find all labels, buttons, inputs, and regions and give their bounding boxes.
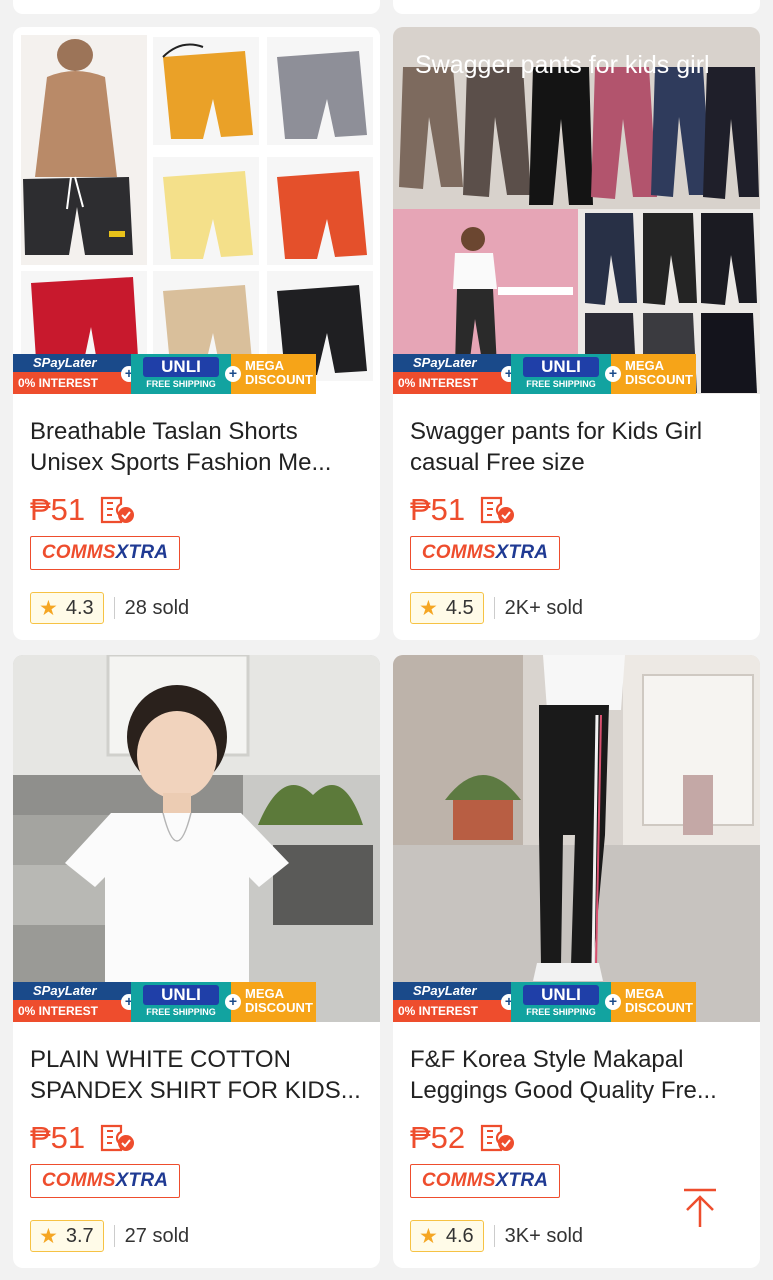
product-price: ₱52 [410, 1120, 466, 1155]
product-card[interactable]: Swagger pants for kids girl SPayLater 0%… [393, 27, 760, 640]
previous-card-bottom [393, 0, 760, 14]
voucher-check-icon [101, 1124, 135, 1152]
product-image[interactable]: SPayLater 0% INTEREST + UNLI FREE SHIPPI… [13, 655, 380, 1022]
rating-badge: ★ 3.7 [30, 1220, 104, 1252]
star-icon: ★ [419, 596, 438, 620]
plus-icon: + [225, 994, 241, 1010]
sold-count: 3K+ sold [504, 1224, 584, 1247]
promo-banner: SPayLater 0% INTEREST + UNLI FREE SHIPPI… [393, 982, 760, 1022]
product-title[interactable]: PLAIN WHITE COTTON SPANDEX SHIRT FOR KID… [30, 1044, 365, 1106]
pants-collage-image: Swagger pants for kids girl [393, 27, 760, 394]
interest-label: 0% INTEREST [13, 1000, 131, 1022]
previous-card-bottom [13, 0, 380, 14]
product-title[interactable]: Breathable Taslan Shorts Unisex Sports F… [30, 416, 365, 478]
free-shipping-label: FREE SHIPPING [146, 1007, 216, 1017]
star-icon: ★ [39, 1224, 58, 1248]
mega-discount-label: MEGA DISCOUNT [611, 354, 696, 394]
rating-badge: ★ 4.3 [30, 592, 104, 624]
mega-discount-label: MEGA DISCOUNT [231, 354, 316, 394]
spaylater-label: SPayLater [13, 354, 131, 372]
sold-count: 27 sold [124, 1224, 190, 1247]
shorts-collage-image [13, 27, 380, 394]
mega-discount-label: MEGA DISCOUNT [231, 982, 316, 1022]
unli-label: UNLI [143, 985, 219, 1005]
product-image[interactable]: Swagger pants for kids girl SPayLater 0%… [393, 27, 760, 394]
promo-banner: SPayLater 0% INTEREST + UNLI FREE SHIPPI… [13, 982, 380, 1022]
interest-label: 0% INTEREST [393, 372, 511, 394]
product-card[interactable]: SPayLater 0% INTEREST + UNLI FREE SHIPPI… [13, 27, 380, 640]
product-card[interactable]: SPayLater 0% INTEREST + UNLI FREE SHIPPI… [13, 655, 380, 1268]
voucher-check-icon [101, 496, 135, 524]
sold-count: 28 sold [124, 596, 190, 619]
back-to-top-icon[interactable] [680, 1187, 720, 1229]
voucher-check-icon [481, 496, 515, 524]
mega-discount-label: MEGA DISCOUNT [611, 982, 696, 1022]
commsxtra-badge: COMMSXTRA [410, 536, 560, 570]
sold-count: 2K+ sold [504, 596, 584, 619]
plus-icon: + [605, 366, 621, 382]
commsxtra-badge: COMMSXTRA [30, 1164, 180, 1198]
unli-label: UNLI [523, 357, 599, 377]
image-overlay-text: Swagger pants for kids girl [415, 51, 710, 79]
product-title[interactable]: F&F Korea Style Makapal Leggings Good Qu… [410, 1044, 745, 1106]
spaylater-label: SPayLater [393, 982, 511, 1000]
product-card[interactable]: SPayLater 0% INTEREST + UNLI FREE SHIPPI… [393, 655, 760, 1268]
unli-label: UNLI [523, 985, 599, 1005]
rating-badge: ★ 4.5 [410, 592, 484, 624]
free-shipping-label: FREE SHIPPING [526, 379, 596, 389]
product-price: ₱51 [30, 1120, 86, 1155]
star-icon: ★ [39, 596, 58, 620]
star-icon: ★ [419, 1224, 438, 1248]
leggings-photo-image [393, 655, 760, 1022]
promo-banner: SPayLater 0% INTEREST + UNLI FREE SHIPPI… [13, 354, 380, 394]
product-image[interactable]: SPayLater 0% INTEREST + UNLI FREE SHIPPI… [393, 655, 760, 1022]
commsxtra-badge: COMMSXTRA [30, 536, 180, 570]
product-image[interactable]: SPayLater 0% INTEREST + UNLI FREE SHIPPI… [13, 27, 380, 394]
boy-white-shirt-image [13, 655, 380, 1022]
product-title[interactable]: Swagger pants for Kids Girl casual Free … [410, 416, 745, 478]
voucher-check-icon [481, 1124, 515, 1152]
free-shipping-label: FREE SHIPPING [526, 1007, 596, 1017]
plus-icon: + [605, 994, 621, 1010]
rating-badge: ★ 4.6 [410, 1220, 484, 1252]
spaylater-label: SPayLater [393, 354, 511, 372]
plus-icon: + [225, 366, 241, 382]
spaylater-label: SPayLater [13, 982, 131, 1000]
promo-banner: SPayLater 0% INTEREST + UNLI FREE SHIPPI… [393, 354, 760, 394]
unli-label: UNLI [143, 357, 219, 377]
interest-label: 0% INTEREST [13, 372, 131, 394]
free-shipping-label: FREE SHIPPING [146, 379, 216, 389]
commsxtra-badge: COMMSXTRA [410, 1164, 560, 1198]
product-price: ₱51 [30, 492, 86, 527]
interest-label: 0% INTEREST [393, 1000, 511, 1022]
product-price: ₱51 [410, 492, 466, 527]
